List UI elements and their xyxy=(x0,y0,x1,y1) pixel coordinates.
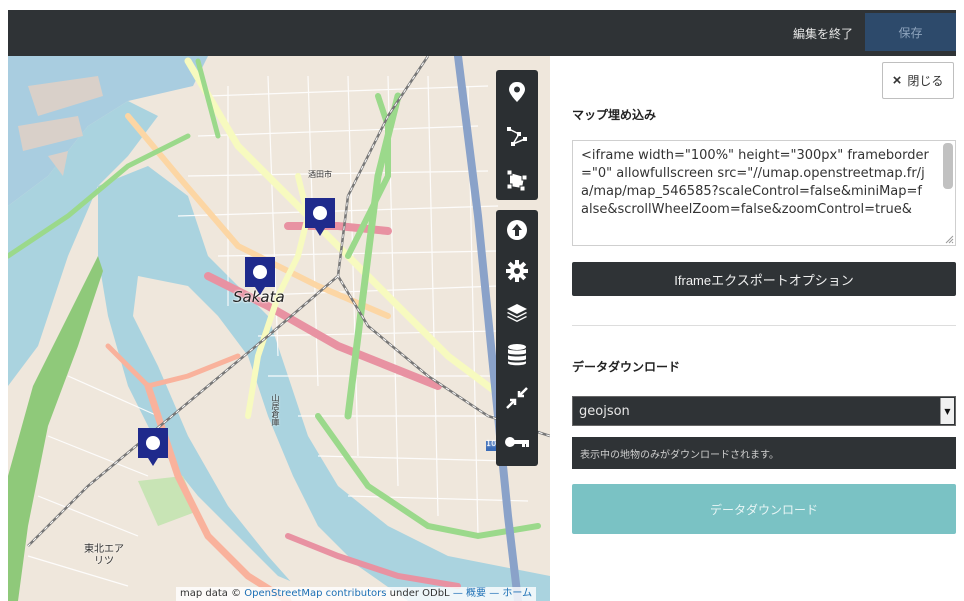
district-label-2: リツ xyxy=(94,556,114,567)
import-button[interactable] xyxy=(496,210,538,250)
collapse-icon xyxy=(506,387,528,409)
gear-icon xyxy=(506,260,528,282)
map-attribution: map data © OpenStreetMap contributors un… xyxy=(176,587,537,601)
download-title: データダウンロード xyxy=(572,360,681,374)
draw-toolbar xyxy=(496,70,538,200)
datalayers-button[interactable] xyxy=(496,334,538,376)
marker-pin-icon xyxy=(305,198,335,236)
embed-code-textarea[interactable]: <iframe width="100%" height="300px" fram… xyxy=(572,140,956,246)
draw-polyline-button[interactable] xyxy=(496,114,538,158)
embed-code-text: <iframe width="100%" height="300px" fram… xyxy=(581,148,929,217)
street-label-2: 酒田市 xyxy=(308,170,332,179)
settings-toolbar xyxy=(496,210,538,466)
polyline-icon xyxy=(507,127,527,146)
format-select[interactable]: geojson ▼ xyxy=(572,396,956,426)
database-icon xyxy=(508,344,526,366)
osm-link[interactable]: OpenStreetMap contributors xyxy=(244,588,386,599)
key-icon xyxy=(505,437,529,447)
close-label: 閉じる xyxy=(907,74,944,88)
attribution-prefix: map data © xyxy=(180,588,242,599)
download-button[interactable]: データダウンロード xyxy=(572,484,956,534)
route-shield-label: 10 xyxy=(486,439,497,448)
home-link[interactable]: ホーム xyxy=(502,588,532,599)
resize-grip-icon[interactable] xyxy=(944,234,954,244)
save-button[interactable]: 保存 xyxy=(865,13,956,51)
attribution-sep-1: — xyxy=(452,588,463,599)
about-link[interactable]: 概要 xyxy=(466,588,486,599)
polygon-icon xyxy=(506,169,528,191)
map-marker[interactable] xyxy=(243,255,277,295)
iframe-options-button[interactable]: Iframeエクスポートオプション xyxy=(572,262,956,296)
close-icon: × xyxy=(892,72,902,89)
marker-pin-icon xyxy=(245,257,275,295)
layers-button[interactable] xyxy=(496,292,538,334)
embed-title: マップ埋め込み xyxy=(572,108,657,122)
street-label-1: 山居倉庫 xyxy=(271,394,280,426)
map-tiles xyxy=(8,56,550,601)
settings-button[interactable] xyxy=(496,250,538,292)
map-marker[interactable] xyxy=(303,196,337,236)
download-hint: 表示中の地物のみがダウンロードされます。 xyxy=(572,437,956,469)
section-divider xyxy=(572,325,956,326)
embed-scrollbar[interactable] xyxy=(943,143,953,189)
attribution-sep-2: — xyxy=(489,588,500,599)
umap-editor: 編集を終了 保存 Sakata 東北エア リツ 10 山居倉庫 酒田市 map … xyxy=(8,10,956,601)
map-view[interactable]: Sakata 東北エア リツ 10 山居倉庫 酒田市 map data © Op… xyxy=(8,56,550,601)
draw-polygon-button[interactable] xyxy=(496,158,538,202)
chevron-down-icon[interactable]: ▼ xyxy=(940,398,954,424)
close-button[interactable]: × 閉じる xyxy=(882,62,954,99)
map-marker[interactable] xyxy=(136,426,170,466)
draw-marker-button[interactable] xyxy=(496,70,538,114)
attribution-license: under ODbL xyxy=(389,588,450,599)
edit-end-link[interactable]: 編集を終了 xyxy=(793,25,853,42)
marker-pin-icon xyxy=(138,428,168,466)
tilelayer-button[interactable] xyxy=(496,376,538,420)
upload-icon xyxy=(507,220,527,240)
share-panel: × 閉じる マップ埋め込み <iframe width="100%" heigh… xyxy=(550,56,956,601)
layers-icon xyxy=(507,304,527,322)
top-bar: 編集を終了 保存 xyxy=(8,10,956,56)
permissions-button[interactable] xyxy=(496,420,538,464)
format-select-value: geojson xyxy=(579,403,630,419)
marker-icon xyxy=(509,82,525,102)
